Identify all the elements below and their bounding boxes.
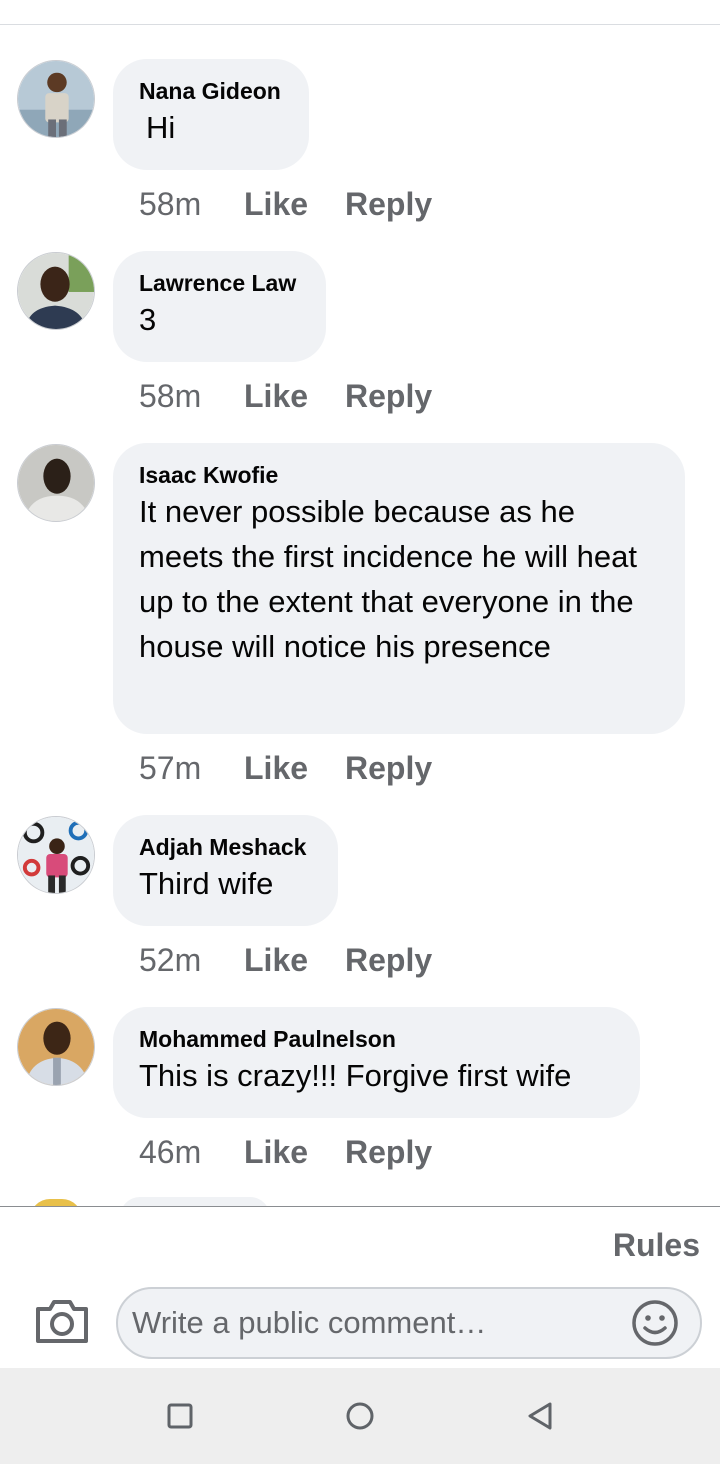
comment-time: 52m (139, 941, 202, 978)
avatar-photo (18, 253, 94, 329)
comment-author[interactable]: Mohammed Paulnelson (139, 1025, 614, 1053)
comment-time: 58m (139, 185, 202, 222)
like-button[interactable]: Like (244, 186, 345, 223)
comment-list[interactable]: Nana Gideon Hi 58m Like Reply Lawrence L (0, 25, 720, 1206)
comment-bubble[interactable]: Nana Gideon Hi (113, 59, 309, 170)
comment-time: 46m (139, 1133, 202, 1170)
like-button[interactable]: Like (244, 750, 345, 787)
comment-time: 57m (139, 749, 202, 786)
comment-bubble[interactable]: Isaac Kwofie It never possible because a… (113, 443, 685, 734)
triangle-back-icon[interactable] (522, 1398, 558, 1434)
comment-actions: 58m Like Reply (139, 376, 432, 416)
comment-composer-bar: Rules Write a public comment… (0, 1206, 720, 1368)
avatar[interactable] (17, 1008, 95, 1086)
avatar-photo (18, 61, 94, 137)
like-button[interactable]: Like (244, 942, 345, 979)
comment-text: Third wife (139, 866, 274, 901)
avatar-photo (18, 817, 94, 893)
avatar[interactable] (17, 816, 95, 894)
emoji-icon[interactable] (630, 1298, 680, 1348)
comment-author[interactable]: Nana Gideon (139, 77, 283, 105)
avatar[interactable] (17, 60, 95, 138)
system-navigation-bar (0, 1368, 720, 1464)
like-button[interactable]: Like (244, 378, 345, 415)
avatar[interactable] (17, 444, 95, 522)
comment-input[interactable]: Write a public comment… (116, 1287, 702, 1359)
comment-actions: 46m Like Reply (139, 1132, 432, 1172)
reply-button[interactable]: Reply (345, 378, 432, 415)
avatar-photo (18, 1009, 94, 1085)
comment-bubble[interactable]: Adjah Meshack Third wife (113, 815, 338, 926)
comments-screen: Nana Gideon Hi 58m Like Reply Lawrence L (0, 0, 720, 1464)
comment-text: 3 (139, 302, 157, 337)
next-bubble-partial (120, 1197, 270, 1206)
comment-time: 58m (139, 377, 202, 414)
rules-link[interactable]: Rules (613, 1227, 700, 1264)
avatar-photo (18, 445, 94, 521)
comment-actions: 57m Like Reply (139, 748, 432, 788)
comment-author[interactable]: Lawrence Law (139, 269, 300, 297)
reply-button[interactable]: Reply (345, 1134, 432, 1171)
comment-author[interactable]: Adjah Meshack (139, 833, 312, 861)
comment-text: It never possible because as he meets th… (139, 494, 637, 664)
comment-input-placeholder: Write a public comment… (132, 1305, 487, 1340)
comment-text: Hi (146, 110, 176, 145)
comment-actions: 58m Like Reply (139, 184, 432, 224)
like-button[interactable]: Like (244, 1134, 345, 1171)
reply-button[interactable]: Reply (345, 750, 432, 787)
camera-icon[interactable] (34, 1297, 90, 1345)
comment-actions: 52m Like Reply (139, 940, 432, 980)
next-avatar-partial (30, 1199, 82, 1206)
comment-author[interactable]: Isaac Kwofie (139, 461, 659, 489)
comment-bubble[interactable]: Lawrence Law 3 (113, 251, 326, 362)
reply-button[interactable]: Reply (345, 186, 432, 223)
reply-button[interactable]: Reply (345, 942, 432, 979)
circle-icon[interactable] (342, 1398, 378, 1434)
comment-text: This is crazy!!! Forgive first wife (139, 1058, 572, 1093)
comment-bubble[interactable]: Mohammed Paulnelson This is crazy!!! For… (113, 1007, 640, 1118)
square-icon[interactable] (162, 1398, 198, 1434)
avatar[interactable] (17, 252, 95, 330)
